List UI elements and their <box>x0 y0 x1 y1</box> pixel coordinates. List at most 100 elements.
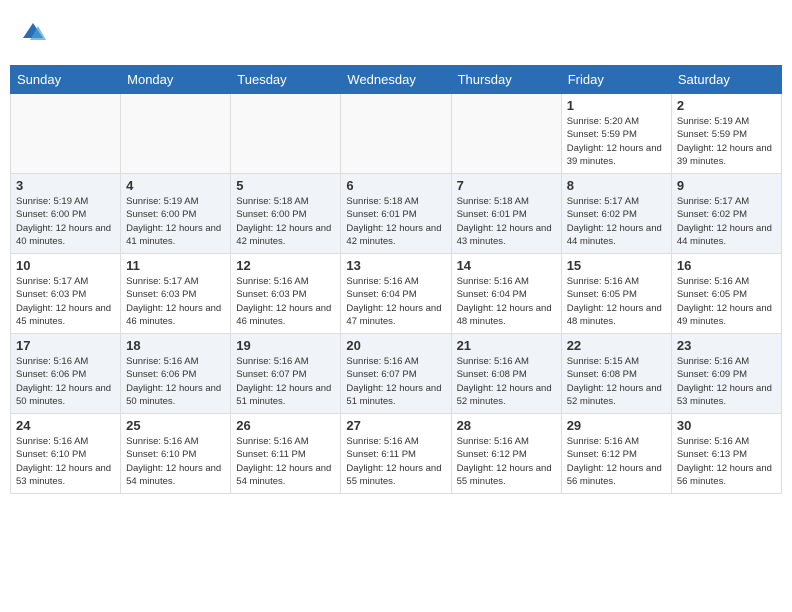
day-info: Sunrise: 5:16 AM Sunset: 6:13 PM Dayligh… <box>677 435 776 488</box>
day-number: 26 <box>236 418 335 433</box>
day-info: Sunrise: 5:18 AM Sunset: 6:01 PM Dayligh… <box>457 195 556 248</box>
day-number: 10 <box>16 258 115 273</box>
calendar-cell: 1 Sunrise: 5:20 AM Sunset: 5:59 PM Daylig… <box>561 94 671 174</box>
weekday-header-saturday: Saturday <box>671 66 781 94</box>
calendar-cell: 10 Sunrise: 5:17 AM Sunset: 6:03 PM Dayli… <box>11 254 121 334</box>
calendar-cell: 16 Sunrise: 5:16 AM Sunset: 6:05 PM Dayli… <box>671 254 781 334</box>
calendar-table: SundayMondayTuesdayWednesdayThursdayFrid… <box>10 65 782 494</box>
day-info: Sunrise: 5:16 AM Sunset: 6:04 PM Dayligh… <box>346 275 445 328</box>
weekday-header-row: SundayMondayTuesdayWednesdayThursdayFrid… <box>11 66 782 94</box>
calendar-cell: 14 Sunrise: 5:16 AM Sunset: 6:04 PM Dayli… <box>451 254 561 334</box>
calendar-cell: 29 Sunrise: 5:16 AM Sunset: 6:12 PM Dayli… <box>561 414 671 494</box>
day-number: 15 <box>567 258 666 273</box>
day-info: Sunrise: 5:16 AM Sunset: 6:10 PM Dayligh… <box>126 435 225 488</box>
calendar-cell: 19 Sunrise: 5:16 AM Sunset: 6:07 PM Dayli… <box>231 334 341 414</box>
calendar-cell: 22 Sunrise: 5:15 AM Sunset: 6:08 PM Dayli… <box>561 334 671 414</box>
calendar-week-3: 10 Sunrise: 5:17 AM Sunset: 6:03 PM Dayli… <box>11 254 782 334</box>
day-info: Sunrise: 5:16 AM Sunset: 6:11 PM Dayligh… <box>346 435 445 488</box>
day-number: 22 <box>567 338 666 353</box>
calendar-week-1: 1 Sunrise: 5:20 AM Sunset: 5:59 PM Daylig… <box>11 94 782 174</box>
day-number: 7 <box>457 178 556 193</box>
calendar-cell: 24 Sunrise: 5:16 AM Sunset: 6:10 PM Dayli… <box>11 414 121 494</box>
day-info: Sunrise: 5:19 AM Sunset: 5:59 PM Dayligh… <box>677 115 776 168</box>
day-info: Sunrise: 5:18 AM Sunset: 6:00 PM Dayligh… <box>236 195 335 248</box>
day-info: Sunrise: 5:16 AM Sunset: 6:09 PM Dayligh… <box>677 355 776 408</box>
day-number: 28 <box>457 418 556 433</box>
day-number: 4 <box>126 178 225 193</box>
day-info: Sunrise: 5:18 AM Sunset: 6:01 PM Dayligh… <box>346 195 445 248</box>
day-info: Sunrise: 5:19 AM Sunset: 6:00 PM Dayligh… <box>126 195 225 248</box>
day-info: Sunrise: 5:20 AM Sunset: 5:59 PM Dayligh… <box>567 115 666 168</box>
day-number: 6 <box>346 178 445 193</box>
calendar-cell: 30 Sunrise: 5:16 AM Sunset: 6:13 PM Dayli… <box>671 414 781 494</box>
day-info: Sunrise: 5:16 AM Sunset: 6:07 PM Dayligh… <box>346 355 445 408</box>
day-number: 14 <box>457 258 556 273</box>
day-number: 20 <box>346 338 445 353</box>
day-info: Sunrise: 5:16 AM Sunset: 6:04 PM Dayligh… <box>457 275 556 328</box>
calendar-cell <box>451 94 561 174</box>
day-info: Sunrise: 5:16 AM Sunset: 6:12 PM Dayligh… <box>457 435 556 488</box>
day-number: 3 <box>16 178 115 193</box>
day-number: 16 <box>677 258 776 273</box>
day-number: 27 <box>346 418 445 433</box>
day-number: 19 <box>236 338 335 353</box>
calendar-cell: 26 Sunrise: 5:16 AM Sunset: 6:11 PM Dayli… <box>231 414 341 494</box>
calendar-cell: 13 Sunrise: 5:16 AM Sunset: 6:04 PM Dayli… <box>341 254 451 334</box>
day-number: 18 <box>126 338 225 353</box>
logo-icon <box>18 18 48 53</box>
weekday-header-tuesday: Tuesday <box>231 66 341 94</box>
day-number: 24 <box>16 418 115 433</box>
calendar-week-5: 24 Sunrise: 5:16 AM Sunset: 6:10 PM Dayli… <box>11 414 782 494</box>
logo <box>18 18 50 53</box>
calendar-cell: 27 Sunrise: 5:16 AM Sunset: 6:11 PM Dayli… <box>341 414 451 494</box>
day-info: Sunrise: 5:16 AM Sunset: 6:06 PM Dayligh… <box>16 355 115 408</box>
day-number: 29 <box>567 418 666 433</box>
day-number: 23 <box>677 338 776 353</box>
calendar-cell: 11 Sunrise: 5:17 AM Sunset: 6:03 PM Dayli… <box>121 254 231 334</box>
day-info: Sunrise: 5:16 AM Sunset: 6:05 PM Dayligh… <box>567 275 666 328</box>
day-number: 30 <box>677 418 776 433</box>
calendar-cell: 6 Sunrise: 5:18 AM Sunset: 6:01 PM Daylig… <box>341 174 451 254</box>
weekday-header-thursday: Thursday <box>451 66 561 94</box>
day-number: 1 <box>567 98 666 113</box>
calendar-cell: 20 Sunrise: 5:16 AM Sunset: 6:07 PM Dayli… <box>341 334 451 414</box>
day-number: 11 <box>126 258 225 273</box>
day-number: 9 <box>677 178 776 193</box>
page-header <box>10 10 782 57</box>
day-info: Sunrise: 5:19 AM Sunset: 6:00 PM Dayligh… <box>16 195 115 248</box>
day-info: Sunrise: 5:16 AM Sunset: 6:03 PM Dayligh… <box>236 275 335 328</box>
day-number: 8 <box>567 178 666 193</box>
day-number: 12 <box>236 258 335 273</box>
day-number: 17 <box>16 338 115 353</box>
day-info: Sunrise: 5:17 AM Sunset: 6:02 PM Dayligh… <box>567 195 666 248</box>
day-number: 5 <box>236 178 335 193</box>
day-info: Sunrise: 5:17 AM Sunset: 6:03 PM Dayligh… <box>126 275 225 328</box>
day-info: Sunrise: 5:16 AM Sunset: 6:12 PM Dayligh… <box>567 435 666 488</box>
calendar-cell: 5 Sunrise: 5:18 AM Sunset: 6:00 PM Daylig… <box>231 174 341 254</box>
calendar-cell: 2Sunrise: 5:19 AM Sunset: 5:59 PM Daylig… <box>671 94 781 174</box>
day-info: Sunrise: 5:15 AM Sunset: 6:08 PM Dayligh… <box>567 355 666 408</box>
day-info: Sunrise: 5:16 AM Sunset: 6:11 PM Dayligh… <box>236 435 335 488</box>
day-number: 25 <box>126 418 225 433</box>
calendar-week-4: 17 Sunrise: 5:16 AM Sunset: 6:06 PM Dayli… <box>11 334 782 414</box>
day-info: Sunrise: 5:16 AM Sunset: 6:07 PM Dayligh… <box>236 355 335 408</box>
day-info: Sunrise: 5:17 AM Sunset: 6:03 PM Dayligh… <box>16 275 115 328</box>
calendar-cell: 23 Sunrise: 5:16 AM Sunset: 6:09 PM Dayli… <box>671 334 781 414</box>
calendar-cell: 4 Sunrise: 5:19 AM Sunset: 6:00 PM Daylig… <box>121 174 231 254</box>
weekday-header-sunday: Sunday <box>11 66 121 94</box>
weekday-header-monday: Monday <box>121 66 231 94</box>
day-info: Sunrise: 5:16 AM Sunset: 6:10 PM Dayligh… <box>16 435 115 488</box>
day-number: 13 <box>346 258 445 273</box>
calendar-cell: 12 Sunrise: 5:16 AM Sunset: 6:03 PM Dayli… <box>231 254 341 334</box>
day-info: Sunrise: 5:16 AM Sunset: 6:05 PM Dayligh… <box>677 275 776 328</box>
day-info: Sunrise: 5:16 AM Sunset: 6:08 PM Dayligh… <box>457 355 556 408</box>
calendar-cell: 9Sunrise: 5:17 AM Sunset: 6:02 PM Daylig… <box>671 174 781 254</box>
weekday-header-wednesday: Wednesday <box>341 66 451 94</box>
day-number: 21 <box>457 338 556 353</box>
calendar-cell: 15 Sunrise: 5:16 AM Sunset: 6:05 PM Dayli… <box>561 254 671 334</box>
calendar-cell: 28 Sunrise: 5:16 AM Sunset: 6:12 PM Dayli… <box>451 414 561 494</box>
calendar-cell: 7 Sunrise: 5:18 AM Sunset: 6:01 PM Daylig… <box>451 174 561 254</box>
calendar-cell: 18Sunrise: 5:16 AM Sunset: 6:06 PM Dayli… <box>121 334 231 414</box>
calendar-cell: 21 Sunrise: 5:16 AM Sunset: 6:08 PM Dayli… <box>451 334 561 414</box>
calendar-cell: 25 Sunrise: 5:16 AM Sunset: 6:10 PM Dayli… <box>121 414 231 494</box>
